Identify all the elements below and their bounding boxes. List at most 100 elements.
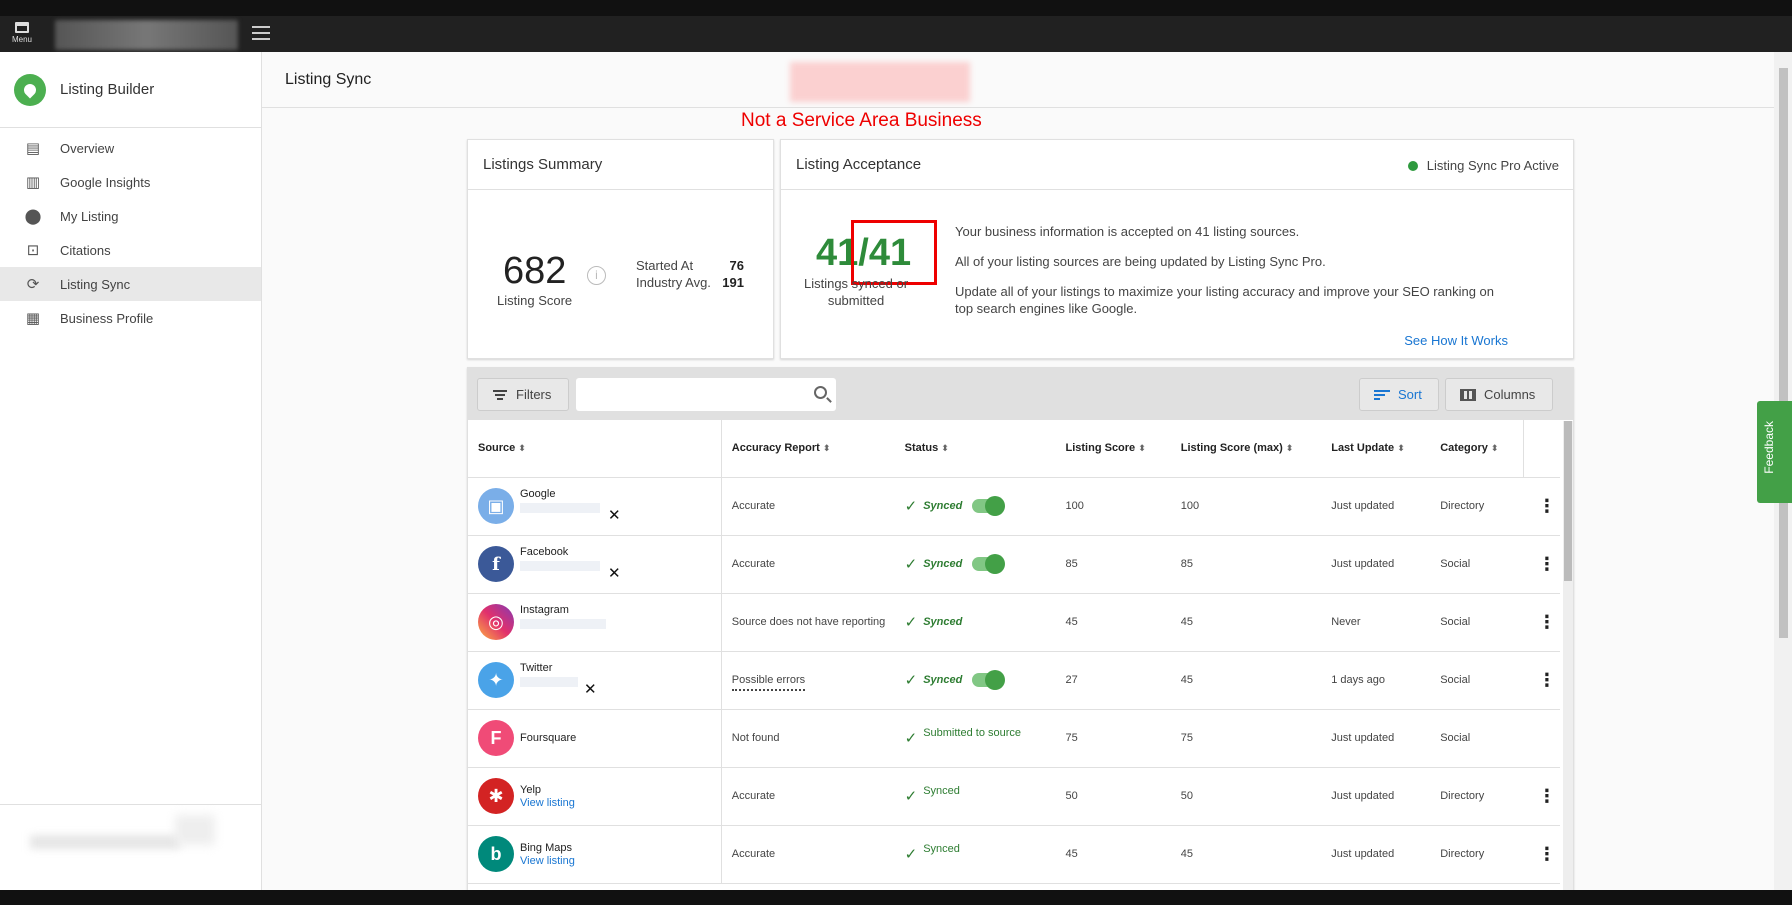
source-name: Google (520, 487, 556, 500)
acceptance-line: Update all of your listings to maximize … (955, 284, 1495, 316)
sync-toggle[interactable] (972, 496, 1006, 516)
search-input[interactable] (576, 378, 836, 411)
more-options-icon[interactable]: ⋮ (1523, 535, 1560, 594)
sync-toggle[interactable] (972, 670, 1006, 690)
sort-arrows-icon: ⬍ (941, 443, 949, 454)
facebook-logo-icon: f (478, 546, 514, 582)
twitter-logo-icon: ✦ (478, 662, 514, 698)
started-at-value: 76 (729, 258, 744, 273)
page-title: Listing Sync (285, 70, 372, 88)
table-header-row: Source ⬍ Accuracy Report ⬍ Status ⬍ Listing… (468, 420, 1560, 478)
status-text: Listing Sync Pro Active (1426, 158, 1559, 173)
listings-table: Source ⬍ Accuracy Report ⬍ Status ⬍ Listing… (468, 420, 1560, 884)
close-icon[interactable]: ✕ (584, 680, 597, 698)
hamburger-icon[interactable] (252, 26, 270, 40)
sidebar-item-label: Google Insights (60, 174, 151, 190)
feedback-tab[interactable]: Feedback (1757, 401, 1792, 503)
menu-label: Menu (11, 35, 32, 44)
sort-button[interactable]: Sort (1359, 378, 1439, 411)
status-text: Submitted to source (923, 727, 1022, 739)
source-account-redacted (520, 618, 606, 629)
see-how-it-works-link[interactable]: See How It Works (1404, 333, 1508, 348)
status-cell: ✓ Synced (894, 477, 1056, 536)
close-icon[interactable]: ✕ (608, 564, 621, 582)
more-options-icon[interactable]: ⋮ (1523, 477, 1560, 536)
search-box-icon: ⊡ (26, 242, 40, 259)
sync-toggle[interactable] (972, 554, 1006, 574)
sidebar-item-business-profile[interactable]: ▦ Business Profile (0, 301, 261, 335)
status-cell: ✓ Synced (894, 767, 1056, 826)
possible-errors-link[interactable]: Possible errors (731, 674, 806, 691)
status-text: Synced (923, 558, 963, 570)
view-listing-link[interactable]: View listing (520, 855, 575, 867)
close-icon[interactable]: ✕ (608, 506, 621, 524)
header-label: Listing Score (max) (1180, 442, 1283, 455)
sync-icon: ⟳ (26, 276, 40, 293)
table-row[interactable]: F Foursquare Not found ✓ Submitted to sou… (468, 709, 1560, 768)
actions-cell (1523, 709, 1560, 768)
column-header-source[interactable]: Source ⬍ (468, 420, 722, 478)
score-cell: 75 (1055, 709, 1171, 768)
table-row[interactable]: f Facebook ✕ Accurate ✓ Synced 85 85 Just… (468, 535, 1560, 594)
bar-chart-icon: ▥ (25, 174, 41, 191)
status-text: Synced (923, 843, 960, 855)
last-update-cell: Just updated (1321, 535, 1431, 594)
table-scrollbar[interactable] (1563, 421, 1573, 891)
check-icon: ✓ (904, 556, 918, 573)
header-label: Category (1440, 442, 1488, 455)
accuracy-cell[interactable]: Possible errors (721, 651, 895, 710)
sort-arrows-icon: ⬍ (1285, 443, 1294, 454)
table-row[interactable]: ▣ Google ✕ Accurate ✓ Synced 100 100 Just… (468, 477, 1560, 536)
score-max-cell: 45 (1170, 593, 1322, 652)
sidebar-header: Listing Builder (0, 52, 261, 128)
header-label: Listing Score (1065, 442, 1136, 455)
column-header-accuracy[interactable]: Accuracy Report ⬍ (721, 420, 895, 478)
card-title: Listings Summary (468, 140, 773, 190)
more-options-icon[interactable]: ⋮ (1523, 825, 1560, 884)
sort-label: Sort (1398, 387, 1422, 402)
sidebar-item-listing-sync[interactable]: ⟳ Listing Sync (0, 267, 261, 301)
last-update-cell: Just updated (1321, 477, 1431, 536)
table-row[interactable]: ✱ Yelp View listing Accurate ✓ Synced 50 5… (468, 767, 1560, 826)
sync-pro-status: Listing Sync Pro Active (1407, 158, 1559, 173)
accuracy-cell: Accurate (721, 767, 895, 826)
columns-button[interactable]: Columns (1445, 378, 1553, 411)
more-options-icon[interactable]: ⋮ (1523, 651, 1560, 710)
menu-button[interactable]: Menu (6, 16, 38, 50)
score-stats: Started At 76 Industry Avg. 191 (636, 257, 744, 291)
column-header-status[interactable]: Status ⬍ (894, 420, 1056, 478)
sidebar-item-google-insights[interactable]: ▥ Google Insights (0, 165, 261, 199)
sort-icon (1374, 388, 1390, 402)
check-icon: ✓ (904, 846, 918, 863)
column-header-listing-score[interactable]: Listing Score ⬍ (1055, 420, 1171, 478)
status-cell: ✓ Submitted to source (894, 709, 1056, 768)
table-row[interactable]: ✦ Twitter ✕ Possible errors ✓ Synced 27 4… (468, 651, 1560, 710)
table-row[interactable]: b Bing Maps View listing Accurate ✓ Synced… (468, 825, 1560, 884)
yelp-logo-icon: ✱ (478, 778, 514, 814)
column-header-last-update[interactable]: Last Update ⬍ (1321, 420, 1431, 478)
sidebar-item-citations[interactable]: ⊡ Citations (0, 233, 261, 267)
filters-button[interactable]: Filters (477, 378, 569, 411)
map-pin-icon: ⬤ (24, 208, 42, 225)
view-listing-link[interactable]: View listing (520, 797, 575, 809)
source-name: Yelp (520, 783, 542, 796)
status-cell: ✓ Synced (894, 825, 1056, 884)
source-cell: F Foursquare (468, 709, 722, 768)
info-icon[interactable]: i (587, 266, 606, 285)
column-header-listing-score-max[interactable]: Listing Score (max) ⬍ (1170, 420, 1322, 478)
table-row[interactable]: ◎ Instagram Source does not have reporti… (468, 593, 1560, 652)
status-cell: ✓ Synced (894, 535, 1056, 594)
category-cell: Social (1430, 535, 1524, 594)
search-icon[interactable] (814, 386, 827, 399)
header-label: Last Update (1331, 442, 1395, 455)
source-cell: b Bing Maps View listing (468, 825, 722, 884)
sidebar-item-label: Overview (60, 140, 115, 156)
columns-icon (1460, 388, 1476, 401)
more-options-icon[interactable]: ⋮ (1523, 593, 1560, 652)
column-header-category[interactable]: Category ⬍ (1430, 420, 1524, 478)
more-options-icon[interactable]: ⋮ (1523, 767, 1560, 826)
sidebar-item-my-listing[interactable]: ⬤ My Listing (0, 199, 261, 233)
source-cell: ▣ Google ✕ (468, 477, 722, 536)
sidebar-item-overview[interactable]: ▤ Overview (0, 131, 261, 165)
last-update-cell: Never (1321, 593, 1431, 652)
